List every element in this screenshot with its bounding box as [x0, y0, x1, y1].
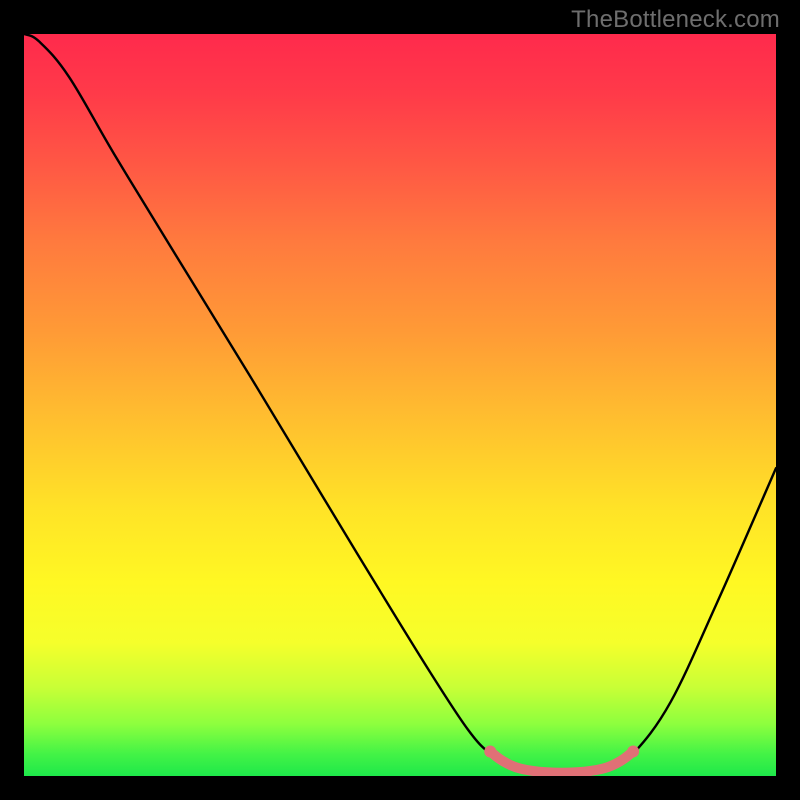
- segment-end-dot: [627, 746, 639, 758]
- segment-dots: [484, 746, 639, 758]
- attribution-label: TheBottleneck.com: [571, 6, 780, 34]
- chart-frame: TheBottleneck.com: [0, 0, 800, 800]
- bottleneck-curve: [24, 34, 776, 775]
- plot-area: [24, 34, 776, 776]
- curve-svg: [24, 34, 776, 776]
- optimal-segment: [490, 752, 633, 773]
- segment-end-dot: [484, 746, 496, 758]
